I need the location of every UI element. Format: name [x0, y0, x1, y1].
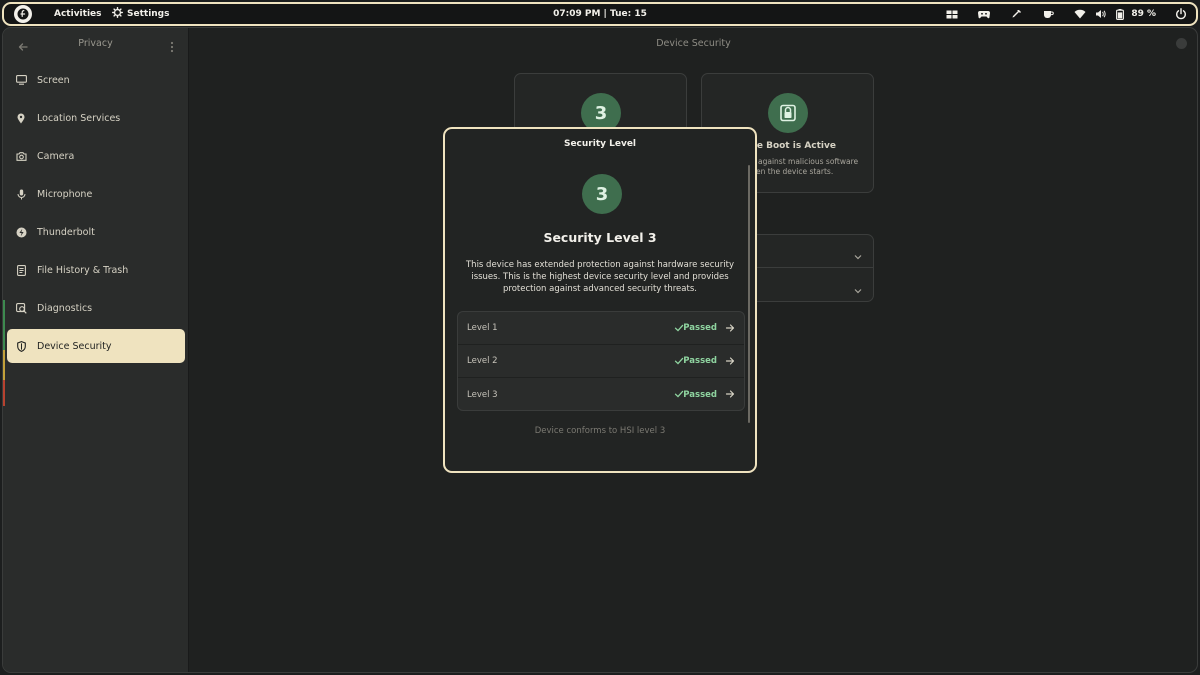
padlock-badge [768, 93, 808, 133]
padlock-icon [780, 104, 796, 122]
security-level-badge: 3 [582, 174, 622, 214]
secure-boot-line1: against malicious software [758, 157, 859, 166]
battery-percentage: 89 % [1131, 9, 1156, 19]
arrow-right-icon[interactable] [725, 389, 735, 399]
gamepad-icon[interactable] [977, 7, 991, 21]
sidebar-item-label: Screen [37, 74, 70, 86]
level-name: Level 3 [467, 389, 498, 400]
window-control-icon[interactable] [1176, 38, 1187, 49]
microphone-icon [15, 188, 27, 200]
sidebar-title: Privacy [78, 38, 113, 49]
color-picker-icon[interactable] [1009, 7, 1023, 21]
sidebar-item-label: Microphone [37, 188, 93, 200]
level-row[interactable]: Level 1 Passed [458, 312, 744, 345]
sidebar-item-camera[interactable]: Camera [7, 139, 185, 173]
location-pin-icon [15, 112, 27, 124]
coffee-icon[interactable] [1041, 7, 1055, 21]
sidebar: Privacy Screen Location Services Camera [3, 28, 189, 672]
window-edge-accent-yellow [3, 350, 5, 380]
level-row[interactable]: Level 3 Passed [458, 378, 744, 410]
sidebar-item-label: Camera [37, 150, 75, 162]
security-level-dialog: Security Level 3 Security Level 3 This d… [443, 127, 757, 473]
level-name: Level 1 [467, 323, 498, 333]
sidebar-item-label: Thunderbolt [37, 226, 95, 238]
sidebar-item-label: Location Services [37, 112, 121, 124]
levels-list: Level 1 Passed Level 2 Passed Level 3 Pa… [457, 311, 745, 411]
sidebar-item-label: Diagnostics [37, 302, 93, 314]
power-icon[interactable] [1174, 7, 1188, 21]
page-title: Device Security [656, 38, 731, 49]
workspaces-icon[interactable] [945, 7, 959, 21]
sidebar-item-label: Device Security [37, 340, 112, 352]
window-edge-accent-green [3, 300, 5, 350]
window-edge-accent-red [3, 380, 5, 406]
dialog-description: This device has extended protection agai… [465, 260, 735, 294]
secure-boot-line2: en the device starts. [756, 167, 834, 176]
arrow-right-icon[interactable] [725, 356, 735, 366]
dialog-heading: Security Level 3 [543, 230, 657, 245]
sidebar-item-location-services[interactable]: Location Services [7, 101, 185, 135]
diagnostics-icon [15, 302, 27, 314]
arrow-right-icon[interactable] [725, 323, 735, 333]
sidebar-item-label: File History & Trash [37, 264, 129, 276]
sidebar-item-file-history[interactable]: File History & Trash [7, 253, 185, 287]
kebab-menu-icon[interactable] [170, 38, 174, 53]
sidebar-item-microphone[interactable]: Microphone [7, 177, 185, 211]
dialog-title: Security Level [563, 139, 637, 149]
volume-icon[interactable] [1093, 7, 1107, 21]
system-tray[interactable]: 89 % [927, 7, 1188, 21]
sidebar-item-screen[interactable]: Screen [7, 63, 185, 97]
sidebar-header: Privacy [3, 28, 188, 60]
sidebar-item-thunderbolt[interactable]: Thunderbolt [7, 215, 185, 249]
level-name: Level 2 [467, 356, 498, 366]
shield-icon [15, 340, 27, 352]
battery-icon[interactable] [1113, 7, 1127, 21]
hsi-conformance-text: Device conforms to HSI level 3 [534, 426, 666, 436]
camera-icon [15, 150, 27, 162]
chevron-down-icon [853, 247, 863, 260]
secure-boot-title: ure Boot is Active [746, 141, 836, 151]
top-bar: Activities Settings 07:09 PM | Tue: 15 8… [2, 2, 1198, 26]
sidebar-item-device-security[interactable]: Device Security [7, 329, 185, 363]
chevron-down-icon [853, 281, 863, 294]
level-status: Passed [683, 323, 717, 333]
wifi-icon[interactable] [1073, 7, 1087, 21]
file-history-icon [15, 264, 27, 276]
level-status: Passed [683, 356, 717, 366]
level-status: Passed [683, 389, 717, 400]
sidebar-item-diagnostics[interactable]: Diagnostics [7, 291, 185, 325]
display-icon [15, 74, 27, 86]
level-row[interactable]: Level 2 Passed [458, 345, 744, 378]
thunderbolt-icon [15, 226, 27, 238]
dialog-scrollbar[interactable] [748, 165, 750, 423]
